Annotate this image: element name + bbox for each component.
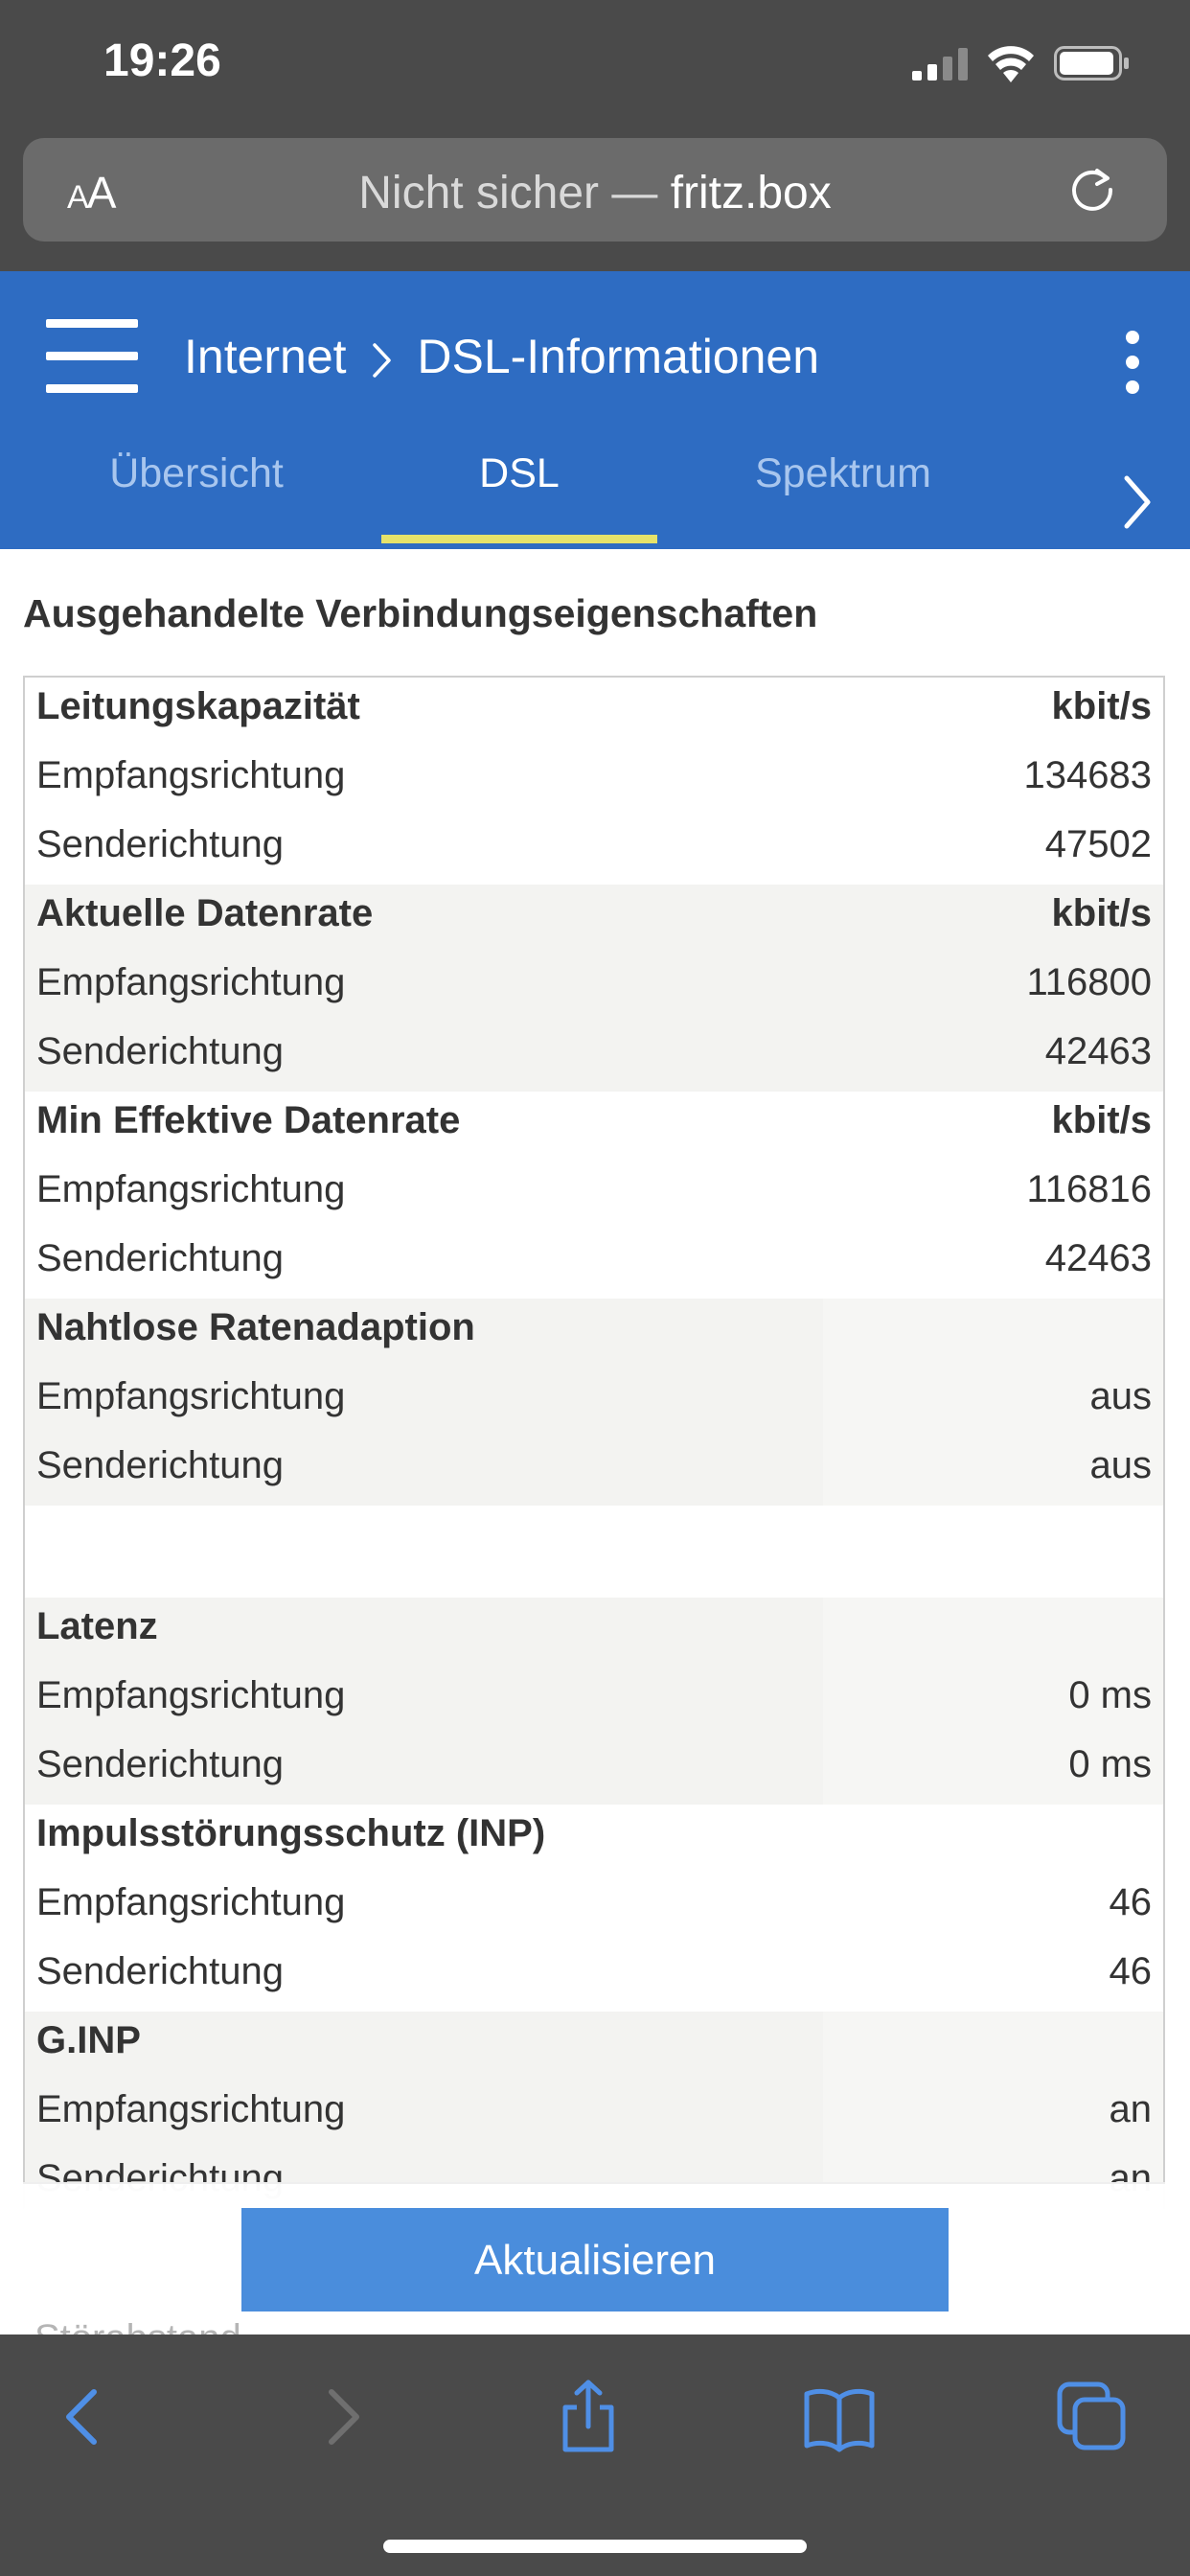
- table-row: Empfangsrichtung 134683: [25, 747, 1163, 816]
- share-icon[interactable]: [550, 2379, 627, 2455]
- table-row: Empfangsrichtung 46: [25, 1874, 1163, 1943]
- status-time: 19:26: [103, 35, 221, 86]
- wifi-icon: [988, 46, 1034, 82]
- home-indicator: [383, 2540, 807, 2553]
- row-label: Aktuelle Datenrate: [36, 892, 374, 934]
- section-title: Ausgehandelte Verbindungseigenschaften: [23, 591, 818, 635]
- row-value: 46: [1109, 1881, 1153, 1923]
- row-label: Latenz: [36, 1605, 158, 1647]
- row-value: kbit/s: [1051, 1099, 1152, 1141]
- table-row: Empfangsrichtung an: [25, 2081, 1163, 2150]
- table-row: Empfangsrichtung aus: [25, 1368, 1163, 1437]
- tab-dsl[interactable]: DSL: [381, 444, 657, 549]
- breadcrumb-parent[interactable]: Internet: [184, 330, 347, 383]
- row-label: Senderichtung: [36, 823, 284, 865]
- tab-bar: Übersicht DSL Spektrum: [0, 444, 1190, 549]
- url-security-label: Nicht sicher —: [358, 168, 658, 218]
- chevron-right-icon[interactable]: [1115, 469, 1157, 536]
- row-value: 0 ms: [1068, 1674, 1152, 1716]
- breadcrumb: Internet DSL-Informationen: [184, 329, 819, 384]
- row-label: Nahtlose Ratenadaption: [36, 1306, 475, 1348]
- row-value: aus: [1089, 1375, 1153, 1417]
- row-label: Senderichtung: [36, 1743, 284, 1785]
- table-row: Empfangsrichtung 116816: [25, 1161, 1163, 1230]
- address-bar[interactable]: AA Nicht sicher — fritz.box: [23, 138, 1167, 242]
- row-label: Empfangsrichtung: [36, 1881, 346, 1923]
- row-value: 47502: [1044, 823, 1152, 865]
- tab-spektrum[interactable]: Spektrum: [709, 444, 977, 549]
- table-row: Senderichtung 42463: [25, 1230, 1163, 1299]
- reload-icon[interactable]: [1067, 165, 1117, 215]
- row-value: kbit/s: [1051, 892, 1152, 934]
- row-label: Leitungskapazität: [36, 685, 360, 727]
- row-label: Empfangsrichtung: [36, 1375, 346, 1417]
- active-tab-indicator: [381, 535, 657, 543]
- table-row: Senderichtung 42463: [25, 1023, 1163, 1092]
- row-label: Senderichtung: [36, 1950, 284, 1992]
- row-value: an: [1109, 2088, 1153, 2130]
- table-row: Aktuelle Datenrate kbit/s: [25, 885, 1163, 954]
- status-bar: 19:26: [0, 0, 1190, 134]
- table-row: G.INP: [25, 2012, 1163, 2081]
- table-row: Senderichtung 46: [25, 1943, 1163, 2012]
- table-row: Empfangsrichtung 0 ms: [25, 1667, 1163, 1736]
- table-row: Leitungskapazität kbit/s: [25, 678, 1163, 747]
- row-label: Impulsstörungsschutz (INP): [36, 1812, 546, 1854]
- breadcrumb-current: DSL-Informationen: [417, 330, 820, 383]
- browser-address-area: AA Nicht sicher — fritz.box: [0, 134, 1190, 271]
- tab-uebersicht[interactable]: Übersicht: [57, 444, 335, 549]
- row-label: Empfangsrichtung: [36, 2088, 346, 2130]
- bookmarks-icon[interactable]: [801, 2379, 878, 2455]
- app-header: Internet DSL-Informationen Übersicht DSL…: [0, 271, 1190, 549]
- row-label: Empfangsrichtung: [36, 754, 346, 796]
- table-row: Latenz: [25, 1598, 1163, 1667]
- url-display[interactable]: Nicht sicher — fritz.box: [23, 167, 1167, 219]
- row-value: 116800: [1026, 961, 1152, 1003]
- row-value: 134683: [1023, 754, 1152, 796]
- table-row: Nahtlose Ratenadaption: [25, 1299, 1163, 1368]
- row-value: 46: [1109, 1950, 1153, 1992]
- table-row: Senderichtung 47502: [25, 816, 1163, 885]
- row-label: Senderichtung: [36, 1030, 284, 1072]
- row-label: Empfangsrichtung: [36, 1674, 346, 1716]
- row-value: 0 ms: [1068, 1743, 1152, 1785]
- back-icon[interactable]: [46, 2379, 123, 2455]
- battery-icon: [1054, 46, 1129, 80]
- row-value: kbit/s: [1051, 685, 1152, 727]
- row-value: 116816: [1026, 1168, 1152, 1210]
- row-value: 42463: [1044, 1030, 1152, 1072]
- connection-properties-table: Leitungskapazität kbit/s Empfangsrichtun…: [23, 676, 1165, 2209]
- forward-icon: [329, 2389, 359, 2445]
- table-spacer: [25, 1506, 1163, 1598]
- tabs-icon[interactable]: [1054, 2379, 1131, 2455]
- row-label: Empfangsrichtung: [36, 961, 346, 1003]
- table-row: Empfangsrichtung 116800: [25, 954, 1163, 1023]
- row-label: Senderichtung: [36, 1237, 284, 1279]
- row-value: aus: [1089, 1444, 1153, 1486]
- row-value: 42463: [1044, 1237, 1152, 1279]
- row-label: Min Effektive Datenrate: [36, 1099, 461, 1141]
- peek-label: Störabstand: [34, 2317, 241, 2336]
- url-host: fritz.box: [670, 168, 832, 218]
- row-label: Empfangsrichtung: [36, 1168, 346, 1210]
- chevron-right-icon: [373, 343, 392, 378]
- table-row: Senderichtung aus: [25, 1437, 1163, 1506]
- row-label: Senderichtung: [36, 1444, 284, 1486]
- more-options-icon[interactable]: [1119, 331, 1146, 403]
- table-row: Min Effektive Datenrate kbit/s: [25, 1092, 1163, 1161]
- menu-icon[interactable]: [46, 319, 138, 393]
- table-row: Senderichtung 0 ms: [25, 1736, 1163, 1805]
- table-row: Impulsstörungsschutz (INP): [25, 1805, 1163, 1874]
- cellular-signal-icon: [912, 48, 968, 80]
- row-label: G.INP: [36, 2019, 141, 2061]
- peek-row: Störabstand dB: [34, 2317, 241, 2336]
- refresh-button[interactable]: Aktualisieren: [241, 2208, 949, 2312]
